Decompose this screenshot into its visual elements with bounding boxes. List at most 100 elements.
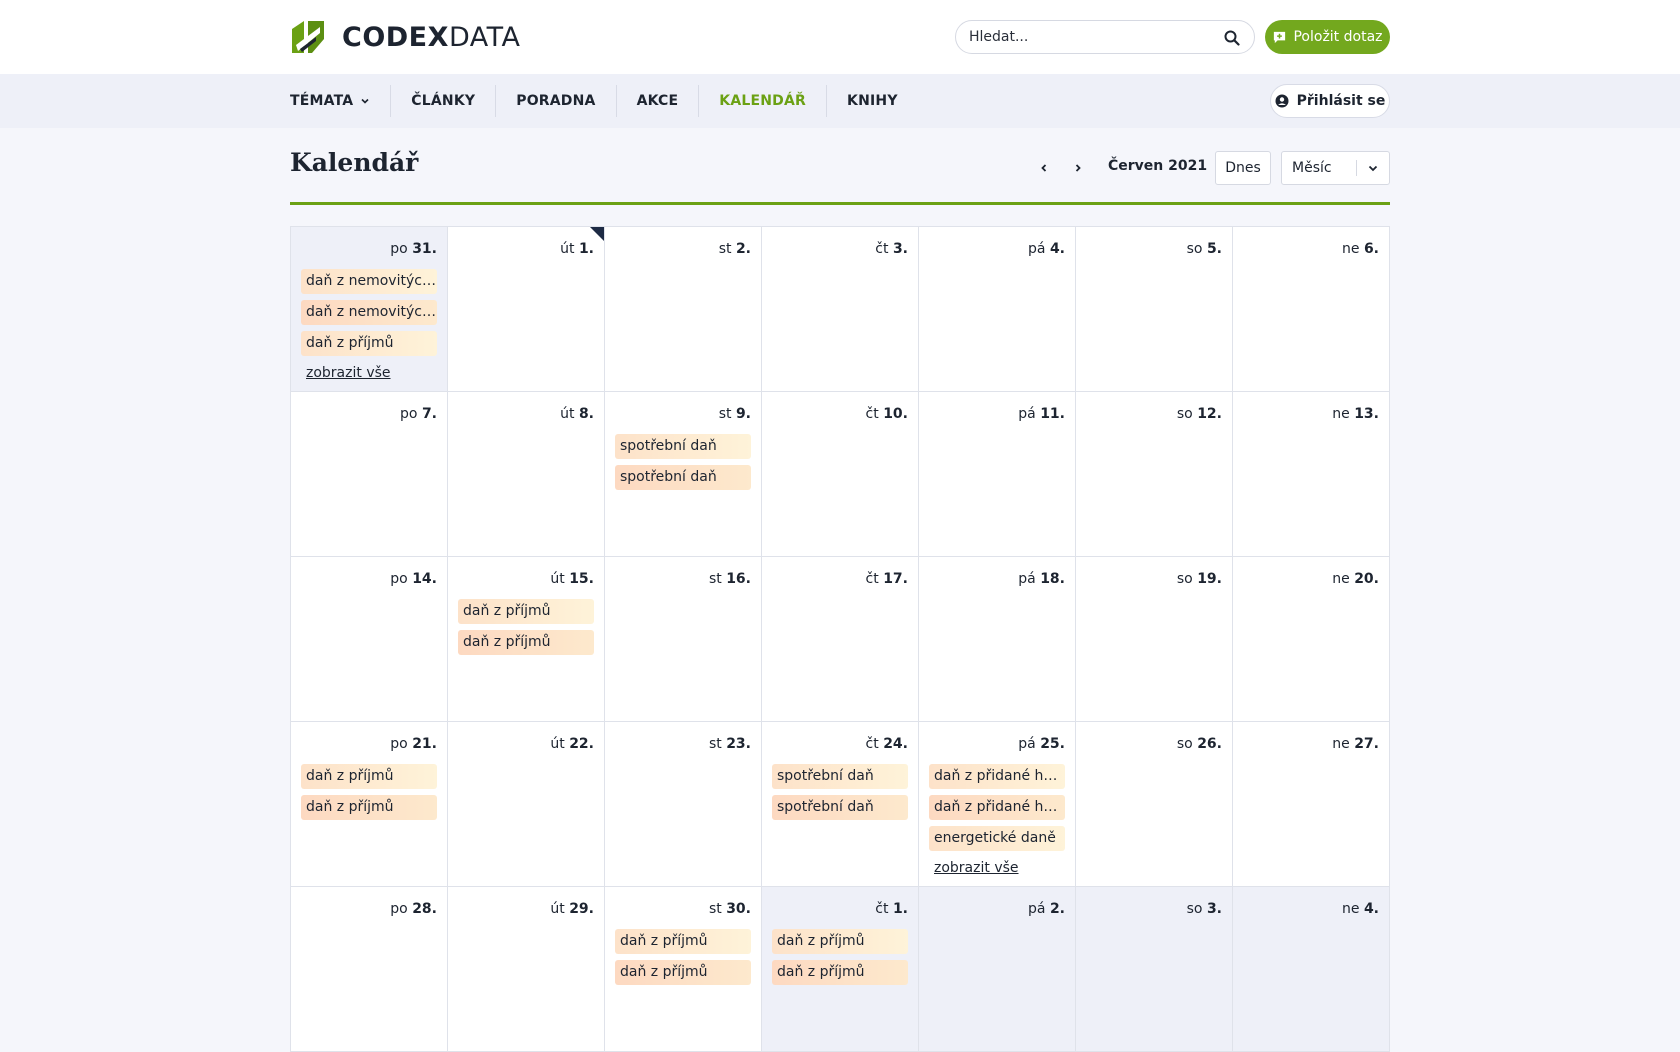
calendar-day[interactable]: pá 2. xyxy=(919,887,1076,1052)
calendar-day[interactable]: so 3. xyxy=(1076,887,1233,1052)
calendar-event[interactable]: daň z příjmů xyxy=(301,331,437,356)
calendar-day[interactable]: so 12. xyxy=(1076,392,1233,557)
calendar-day[interactable]: čt 1. daň z příjmů daň z příjmů xyxy=(762,887,919,1052)
day-label: út 29. xyxy=(550,901,594,917)
calendar-day[interactable]: so 19. xyxy=(1076,557,1233,722)
calendar-day[interactable]: po 7. xyxy=(291,392,448,557)
day-number: 1. xyxy=(578,241,594,257)
calendar-day[interactable]: ne 13. xyxy=(1233,392,1390,557)
calendar-day[interactable]: st 30. daň z příjmů daň z příjmů xyxy=(605,887,762,1052)
day-label: po 28. xyxy=(390,901,437,917)
calendar-day[interactable]: čt 10. xyxy=(762,392,919,557)
calendar-event[interactable]: daň z příjmů xyxy=(301,764,437,789)
day-of-week: čt xyxy=(865,736,879,752)
nav-item-kalendar[interactable]: KALENDÁŘ xyxy=(698,85,826,117)
view-select-divider xyxy=(1356,160,1357,176)
calendar-day[interactable]: ne 20. xyxy=(1233,557,1390,722)
calendar-event[interactable]: spotřební daň xyxy=(772,795,908,820)
day-of-week: ne xyxy=(1332,736,1350,752)
calendar-event[interactable]: spotřební daň xyxy=(772,764,908,789)
day-events: spotřební daň spotřební daň xyxy=(772,764,908,826)
calendar-event[interactable]: daň z příjmů xyxy=(458,630,594,655)
calendar-day[interactable]: út 15. daň z příjmů daň z příjmů xyxy=(448,557,605,722)
day-label: čt 3. xyxy=(875,241,908,257)
heading-divider xyxy=(290,202,1390,205)
calendar-event[interactable]: daň z nemovitých věcí xyxy=(301,269,437,294)
day-label: pá 2. xyxy=(1028,901,1065,917)
calendar-day[interactable]: st 2. xyxy=(605,227,762,392)
calendar-event[interactable]: spotřební daň xyxy=(615,434,751,459)
calendar-day[interactable]: ne 6. xyxy=(1233,227,1390,392)
nav-item-poradna[interactable]: PORADNA xyxy=(495,85,615,117)
calendar-day[interactable]: so 26. xyxy=(1076,722,1233,887)
nav-item-temata[interactable]: TÉMATA xyxy=(290,85,390,117)
calendar-day[interactable]: čt 17. xyxy=(762,557,919,722)
day-label: st 23. xyxy=(709,736,751,752)
day-events: daň z nemovitých věcí daň z nemovitých vě… xyxy=(301,269,437,381)
calendar-day[interactable]: čt 24. spotřební daň spotřební daň xyxy=(762,722,919,887)
nav-item-akce[interactable]: AKCE xyxy=(615,85,699,117)
calendar-day[interactable]: st 23. xyxy=(605,722,762,887)
day-of-week: so xyxy=(1186,241,1203,257)
calendar-day[interactable]: ne 4. xyxy=(1233,887,1390,1052)
calendar-event[interactable]: daň z příjmů xyxy=(615,960,751,985)
prev-month-button[interactable] xyxy=(1034,158,1054,178)
brand-logo[interactable]: CODEXDATA xyxy=(290,19,521,55)
today-button[interactable]: Dnes xyxy=(1215,151,1271,185)
calendar-day[interactable]: út 22. xyxy=(448,722,605,887)
day-number: 23. xyxy=(726,736,751,752)
day-of-week: so xyxy=(1186,901,1203,917)
calendar-event[interactable]: daň z přidané hodnoty xyxy=(929,764,1065,789)
calendar-week: po 21. daň z příjmů daň z příjmů út 22. st 2… xyxy=(291,722,1390,887)
chevron-left-icon xyxy=(1041,164,1047,172)
day-number: 5. xyxy=(1206,241,1222,257)
calendar-event[interactable]: daň z nemovitých věcí xyxy=(301,300,437,325)
calendar-event[interactable]: daň z příjmů xyxy=(772,929,908,954)
calendar-day[interactable]: pá 11. xyxy=(919,392,1076,557)
day-number: 7. xyxy=(421,406,437,422)
day-number: 17. xyxy=(883,571,908,587)
day-label: ne 4. xyxy=(1342,901,1379,917)
view-select[interactable]: Měsíc xyxy=(1281,151,1390,185)
calendar-day[interactable]: po 14. xyxy=(291,557,448,722)
calendar-day[interactable]: po 28. xyxy=(291,887,448,1052)
day-number: 4. xyxy=(1363,901,1379,917)
search-icon[interactable] xyxy=(1224,30,1240,46)
calendar-event[interactable]: daň z přidané hodnoty xyxy=(929,795,1065,820)
calendar-day[interactable]: po 21. daň z příjmů daň z příjmů xyxy=(291,722,448,887)
day-label: čt 10. xyxy=(866,406,908,422)
next-month-button[interactable] xyxy=(1068,158,1088,178)
calendar-day[interactable]: st 16. xyxy=(605,557,762,722)
calendar-day[interactable]: čt 3. xyxy=(762,227,919,392)
calendar-day[interactable]: pá 25.daň z přidané hodnotydaň z přidané… xyxy=(919,722,1076,887)
calendar-event[interactable]: daň z příjmů xyxy=(772,960,908,985)
day-label: út 8. xyxy=(560,406,594,422)
day-label: čt 24. xyxy=(866,736,908,752)
nav-item-clanky[interactable]: ČLÁNKY xyxy=(390,85,495,117)
login-button[interactable]: Přihlásit se xyxy=(1270,84,1390,118)
calendar-day[interactable]: ne 27. xyxy=(1233,722,1390,887)
calendar-day[interactable]: út 8. xyxy=(448,392,605,557)
calendar-event[interactable]: spotřební daň xyxy=(615,465,751,490)
day-label: po 7. xyxy=(400,406,437,422)
calendar-event[interactable]: daň z příjmů xyxy=(615,929,751,954)
ask-question-button[interactable]: Položit dotaz xyxy=(1265,20,1390,54)
calendar-event[interactable]: energetické daně xyxy=(929,826,1065,851)
calendar-event[interactable]: daň z příjmů xyxy=(458,599,594,624)
calendar-day[interactable]: po 31.daň z nemovitých věcídaň z nemovit… xyxy=(291,227,448,392)
show-all-link[interactable]: zobrazit vše xyxy=(929,860,1019,876)
calendar-day[interactable]: pá 4. xyxy=(919,227,1076,392)
calendar-day[interactable]: út 29. xyxy=(448,887,605,1052)
calendar-day[interactable]: so 5. xyxy=(1076,227,1233,392)
day-number: 1. xyxy=(892,901,908,917)
login-label: Přihlásit se xyxy=(1296,93,1386,109)
show-all-link[interactable]: zobrazit vše xyxy=(301,365,391,381)
calendar-day[interactable]: út 1. xyxy=(448,227,605,392)
day-number: 9. xyxy=(735,406,751,422)
nav-item-knihy[interactable]: KNIHY xyxy=(826,85,918,117)
calendar-event[interactable]: daň z příjmů xyxy=(301,795,437,820)
search-input[interactable] xyxy=(969,29,1209,45)
calendar-day[interactable]: st 9. spotřební daň spotřební daň xyxy=(605,392,762,557)
day-of-week: ne xyxy=(1332,406,1350,422)
calendar-day[interactable]: pá 18. xyxy=(919,557,1076,722)
